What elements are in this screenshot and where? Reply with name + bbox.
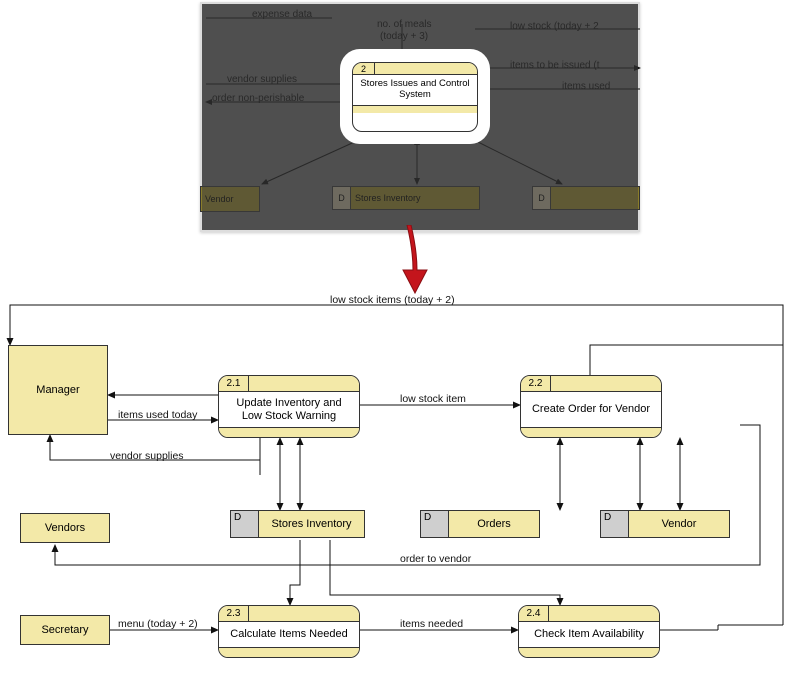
actor-secretary: Secretary (20, 615, 110, 645)
drilldown-arrow-icon (395, 225, 435, 295)
overview-thumbnail: expense data no. of meals (today + 3) lo… (200, 2, 640, 232)
thumb-label: vendor supplies (227, 74, 297, 85)
actor-vendors: Vendors (20, 513, 110, 543)
datastore-tag: D (421, 511, 449, 537)
process-badge: 2.4 (519, 606, 549, 622)
flow-label: menu (today + 2) (118, 618, 198, 630)
flow-label: low stock items (today + 2) (330, 294, 455, 306)
actor-label: Manager (36, 384, 79, 396)
process-2-4: 2.4 Check Item Availability (518, 605, 660, 658)
flow-label: items used today (118, 409, 197, 421)
actor-manager: Manager (8, 345, 108, 435)
thumb-label: low stock (today + 2 (510, 21, 599, 32)
thumb-label: items to be issued (t (510, 60, 599, 71)
datastore-label: Orders (449, 511, 539, 537)
process-2-1: 2.1 Update Inventory and Low Stock Warni… (218, 375, 360, 438)
process-2-2: 2.2 Create Order for Vendor (520, 375, 662, 438)
thumb-label: order non-perishable (212, 93, 304, 104)
thumb-ds-right: D (532, 186, 640, 210)
flow-label: vendor supplies (110, 450, 184, 462)
datastore-orders: D Orders (420, 510, 540, 538)
flow-label: low stock item (400, 393, 466, 405)
process-name: Update Inventory and Low Stock Warning (219, 392, 359, 427)
datastore-label: Vendor (629, 511, 729, 537)
thumb-label: (today + 3) (380, 31, 428, 42)
thumb-ds-stores: DStores Inventory (332, 186, 480, 210)
process-name: Create Order for Vendor (521, 392, 661, 427)
thumb-label: no. of meals (377, 19, 431, 30)
process-name: Check Item Availability (519, 622, 659, 647)
datastore-stores-inventory: D Stores Inventory (230, 510, 365, 538)
datastore-vendor: D Vendor (600, 510, 730, 538)
flow-label: order to vendor (400, 553, 471, 565)
thumb-actor-vendor: Vendor (200, 186, 260, 212)
process-2-3: 2.3 Calculate Items Needed (218, 605, 360, 658)
actor-label: Secretary (41, 624, 88, 636)
main-diagram: low stock items (today + 2) items used t… (0, 295, 794, 690)
process-badge: 2.2 (521, 376, 551, 392)
actor-label: Vendors (45, 522, 85, 534)
datastore-label: Stores Inventory (259, 511, 364, 537)
datastore-tag: D (231, 511, 259, 537)
flow-label: items needed (400, 618, 463, 630)
process-badge: 2.3 (219, 606, 249, 622)
datastore-tag: D (601, 511, 629, 537)
diagram-connectors (0, 295, 794, 690)
thumb-label: expense data (252, 9, 312, 20)
process-badge: 2.1 (219, 376, 249, 392)
thumb-label: items used (562, 81, 610, 92)
process-name: Calculate Items Needed (219, 622, 359, 647)
